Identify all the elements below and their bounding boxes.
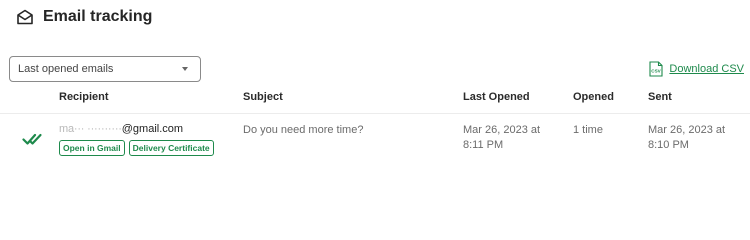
- opened-count-cell: 1 time: [573, 124, 603, 136]
- recipient-email: ma··· ··········@gmail.com: [59, 123, 183, 135]
- download-csv-link[interactable]: CSV Download CSV: [649, 61, 744, 77]
- envelope-open-icon: [16, 8, 34, 26]
- column-header-subject[interactable]: Subject: [243, 91, 283, 103]
- last-opened-time: 8:11 PM: [463, 139, 504, 151]
- delivery-certificate-button[interactable]: Delivery Certificate: [128, 140, 214, 156]
- header-divider: [0, 113, 750, 114]
- column-header-opened[interactable]: Opened: [573, 91, 614, 103]
- recipient-actions: Open in Gmail Delivery Certificate: [59, 140, 214, 156]
- last-opened-cell: Mar 26, 2023 at 8:11 PM: [463, 123, 540, 153]
- sent-time: 8:10 PM: [648, 139, 689, 151]
- last-opened-date: Mar 26, 2023 at: [463, 124, 541, 136]
- page-title: Email tracking: [43, 8, 153, 25]
- download-csv-label: Download CSV: [669, 63, 744, 75]
- subject-cell: Do you need more time?: [243, 124, 364, 136]
- column-header-last-opened[interactable]: Last Opened: [463, 91, 530, 103]
- recipient-hidden-part: ma··· ··········: [59, 123, 122, 135]
- open-in-gmail-button[interactable]: Open in Gmail: [59, 140, 125, 156]
- recipient-domain: @gmail.com: [121, 123, 184, 135]
- filter-dropdown[interactable]: Last opened emails: [9, 56, 201, 82]
- column-header-sent[interactable]: Sent: [648, 91, 672, 103]
- double-check-icon: [22, 132, 44, 146]
- csv-icon-text: CSV: [652, 69, 662, 74]
- csv-file-icon: CSV: [649, 61, 663, 77]
- chevron-down-icon: [182, 67, 188, 71]
- sent-date: Mar 26, 2023 at: [648, 124, 726, 136]
- sent-cell: Mar 26, 2023 at 8:10 PM: [648, 123, 725, 153]
- filter-selected-value: Last opened emails: [18, 63, 114, 75]
- column-header-recipient[interactable]: Recipient: [59, 91, 109, 103]
- page-header: Email tracking: [16, 5, 152, 29]
